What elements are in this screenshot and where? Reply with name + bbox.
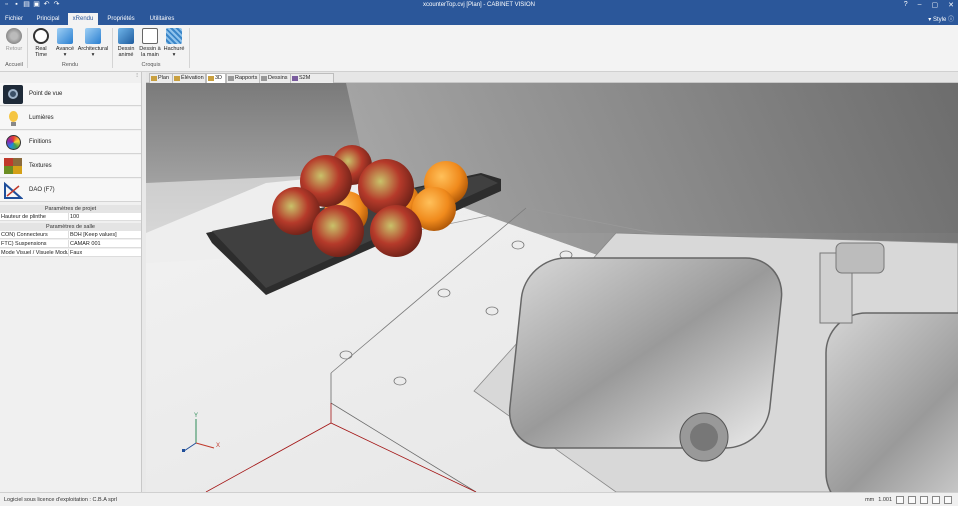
document-tabs: Plan Élévation 3D Rapports Dessins S2M C…	[146, 72, 958, 90]
project-params-header: Paramètres de projet	[0, 205, 141, 213]
realtime-icon	[33, 28, 49, 44]
close-button[interactable]: ✕	[948, 1, 954, 9]
panel-item-textures[interactable]: Textures	[0, 155, 141, 178]
panel-item-finitions[interactable]: Finitions	[0, 131, 141, 154]
tab-plan[interactable]: Plan	[149, 73, 173, 83]
view-mode-button[interactable]	[932, 496, 940, 504]
dessin-anime-button[interactable]: Dessin animé	[115, 28, 137, 58]
architectural-cube-icon	[85, 28, 101, 44]
title-bar: ▫ ▪ ▤ ▣ ↶ ↷ xcounterTop.cvj [Plan] - CAB…	[0, 0, 958, 12]
status-bar: Logiciel sous licence d'exploitation : C…	[0, 492, 958, 506]
3d-render	[146, 83, 958, 492]
elevation-icon	[174, 76, 180, 81]
left-panel: ⁝ Point de vue Lumières Finitions Textur…	[0, 72, 142, 492]
style-menu[interactable]: ▾ Style ⓘ	[928, 14, 954, 23]
tab-utilitaires[interactable]: Utilitaires	[144, 13, 180, 25]
cartoon-cube-icon	[118, 28, 134, 44]
back-arrow-icon	[6, 28, 22, 44]
ribbon-separator	[189, 28, 190, 68]
plan-icon	[151, 76, 157, 81]
camera-icon	[3, 85, 23, 104]
chevron-down-icon: ▾	[63, 52, 67, 58]
group-label-croquis: Croquis	[141, 62, 161, 68]
textures-icon	[3, 157, 23, 176]
license-text: Logiciel sous licence d'exploitation : C…	[4, 497, 117, 503]
ribbon-separator	[112, 28, 113, 68]
tab-proprietes[interactable]: Propriétés	[102, 13, 140, 25]
panel-item-dao[interactable]: DAO (F7)	[0, 179, 141, 202]
chevron-down-icon: ▾	[91, 52, 95, 58]
sketch-cube-icon	[142, 28, 158, 44]
prop-row-mode-visuel[interactable]: Mode Visuel / Visuele Modu Faux	[0, 249, 141, 257]
hatched-cube-icon	[166, 28, 182, 44]
help-icon: ⓘ	[947, 17, 954, 23]
cube-icon	[57, 28, 73, 44]
set-square-icon	[3, 181, 24, 200]
group-label-accueil: Accueil	[5, 62, 23, 68]
axis-x-label: X	[216, 443, 221, 449]
prop-row-hauteur-plinthe[interactable]: Hauteur de plinthe 100	[0, 213, 141, 221]
retour-button[interactable]: Retour	[3, 28, 25, 52]
prop-row-suspensions[interactable]: FTC) Suspensions CAMAR 001	[0, 240, 141, 248]
lightbulb-icon	[3, 109, 23, 128]
group-label-rendu: Rendu	[61, 62, 79, 68]
zoom-label: 1.001	[878, 497, 892, 503]
pin-icon[interactable]: ⁝	[136, 72, 138, 79]
ribbon-tab-bar: Fichier Principal xRendu Propriétés Util…	[0, 12, 958, 25]
window-title: xcounterTop.cvj [Plan] - CABINET VISION	[423, 2, 535, 8]
panel-item-point-de-vue[interactable]: Point de vue	[0, 83, 141, 106]
ribbon: Retour Accueil Real Time Avancé ▾ Archit…	[0, 25, 958, 72]
architectural-button[interactable]: Architectural ▾	[77, 28, 109, 58]
3d-viewport[interactable]: Y X	[146, 83, 958, 492]
tab-xrendu[interactable]: xRendu	[68, 13, 98, 25]
tab-rapports[interactable]: Rapports	[226, 73, 260, 83]
color-wheel-icon	[3, 133, 23, 152]
report-icon	[228, 76, 234, 81]
status-controls: mm 1.001	[865, 496, 952, 504]
maximize-button[interactable]: ▢	[932, 1, 939, 9]
grid-toggle-button[interactable]	[896, 496, 904, 504]
hachure-button[interactable]: Hachuré ▾	[163, 28, 185, 58]
chevron-down-icon: ▾	[172, 52, 176, 58]
room-params-header: Paramètres de salle	[0, 223, 141, 231]
unit-label: mm	[865, 497, 875, 503]
fullscreen-button[interactable]	[944, 496, 952, 504]
tab-s2m-center[interactable]: S2M CENTER	[290, 73, 334, 90]
drawing-icon	[261, 76, 267, 81]
dessin-main-button[interactable]: Dessin à la main	[139, 28, 161, 58]
axis-y-label: Y	[194, 413, 199, 419]
minimize-button[interactable]: –	[918, 1, 922, 9]
window-controls: ? – ▢ ✕	[904, 1, 954, 9]
ortho-toggle-button[interactable]	[920, 496, 928, 504]
avance-button[interactable]: Avancé ▾	[54, 28, 76, 58]
s2m-icon	[292, 76, 298, 81]
realtime-button[interactable]: Real Time	[30, 28, 52, 58]
panel-header: ⁝	[0, 72, 141, 80]
tab-principal[interactable]: Principal	[32, 13, 64, 25]
tab-3d[interactable]: 3D	[206, 73, 226, 83]
3d-cube-icon	[208, 76, 214, 81]
help-button[interactable]: ?	[904, 1, 908, 9]
panel-item-lumieres[interactable]: Lumières	[0, 107, 141, 130]
tab-dessins[interactable]: Dessins	[259, 73, 291, 83]
tab-elevation[interactable]: Élévation	[172, 73, 206, 83]
tab-fichier[interactable]: Fichier	[2, 13, 26, 25]
snap-toggle-button[interactable]	[908, 496, 916, 504]
prop-row-connecteurs[interactable]: CON) Connecteurs ВОН [Keep values]	[0, 231, 141, 239]
ribbon-separator	[27, 28, 28, 68]
